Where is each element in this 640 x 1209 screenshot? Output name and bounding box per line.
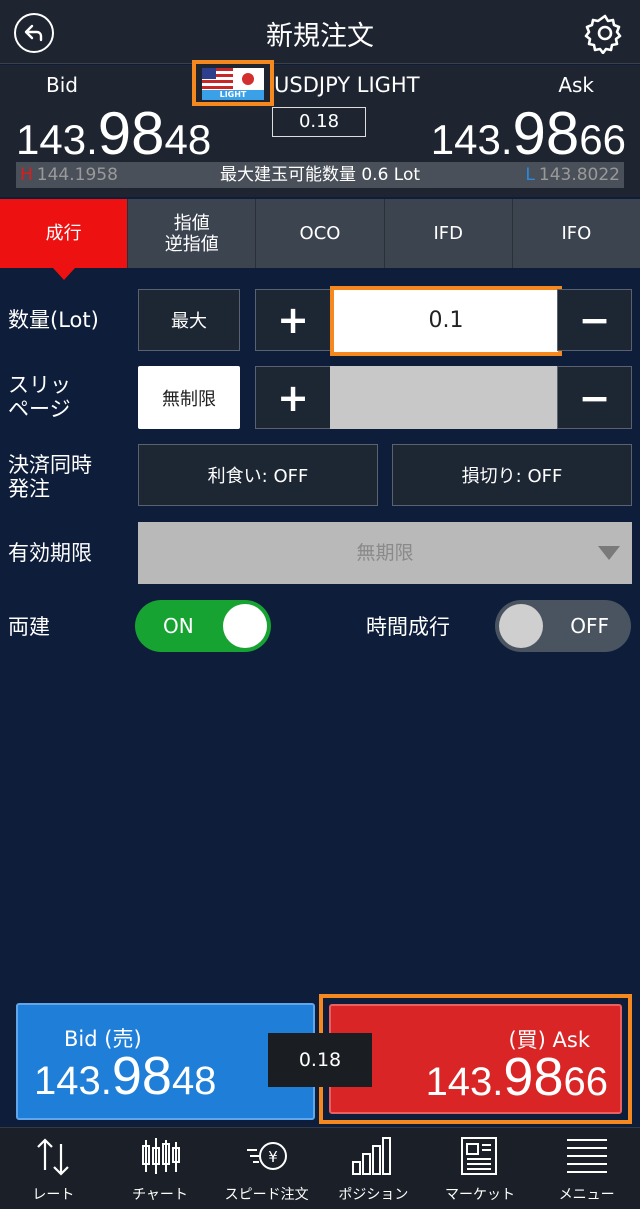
- toggle-knob: [499, 604, 543, 648]
- tab-limit-stop[interactable]: 指値 逆指値: [128, 199, 257, 268]
- unlimited-button[interactable]: 無制限: [138, 366, 240, 429]
- low-price: L 143.8022: [525, 165, 620, 185]
- nav-speed-order[interactable]: ¥ スピード注文: [213, 1128, 320, 1209]
- max-button[interactable]: 最大: [138, 289, 240, 351]
- tab-oco[interactable]: OCO: [256, 199, 385, 268]
- nav-menu[interactable]: メニュー: [533, 1128, 640, 1209]
- order-type-tabs: 成行 指値 逆指値 OCO IFD IFO: [0, 199, 640, 280]
- tab-market[interactable]: 成行: [0, 199, 129, 280]
- tab-ifo[interactable]: IFO: [513, 199, 640, 268]
- tab-ifd[interactable]: IFD: [385, 199, 513, 268]
- settle-order-label: 決済同時 発注: [8, 453, 92, 501]
- slippage-input[interactable]: [330, 366, 557, 429]
- rate-arrows-icon: [37, 1138, 70, 1176]
- bid-price: 143.9848: [16, 100, 212, 167]
- slippage-label: スリッ ページ: [8, 373, 71, 421]
- bid-label: Bid: [46, 73, 78, 97]
- take-profit-button[interactable]: 利食い: OFF: [138, 444, 378, 506]
- quantity-minus-button[interactable]: −: [557, 289, 632, 351]
- sell-price: 143.9848: [34, 1046, 217, 1106]
- settings-button[interactable]: [584, 12, 626, 55]
- light-badge: LIGHT: [219, 90, 247, 99]
- dropdown-caret-icon: [598, 546, 620, 560]
- spread-value: 0.18: [272, 107, 366, 137]
- nav-market[interactable]: マーケット: [427, 1128, 534, 1209]
- ask-label: Ask: [558, 73, 594, 97]
- gear-icon: [584, 14, 622, 55]
- toggle-knob: [223, 604, 267, 648]
- candlestick-chart-icon: [142, 1138, 180, 1174]
- menu-list-icon: [566, 1139, 607, 1173]
- time-market-toggle[interactable]: OFF: [495, 600, 631, 652]
- minus-icon: −: [578, 375, 611, 420]
- plus-icon: +: [277, 375, 309, 420]
- high-low-bar: H 144.1958 最大建玉可能数量 0.6 Lot L 143.8022: [16, 162, 624, 188]
- ask-price: 143.9866: [430, 100, 626, 167]
- expiry-select[interactable]: 無期限: [138, 522, 632, 584]
- minus-icon: −: [578, 298, 611, 342]
- nav-rate[interactable]: レート: [0, 1128, 107, 1209]
- trade-spread: 0.18: [268, 1033, 372, 1087]
- top-bar: 新規注文: [0, 0, 640, 64]
- position-bars-icon: [352, 1137, 392, 1175]
- svg-text:¥: ¥: [268, 1148, 278, 1166]
- buy-ask-button[interactable]: (買) Ask 143.9866: [329, 1004, 622, 1114]
- slippage-minus-button[interactable]: −: [557, 366, 632, 429]
- quantity-label: 数量(Lot): [8, 308, 99, 332]
- page-title: 新規注文: [266, 21, 374, 52]
- symbol-name: USDJPY LIGHT: [274, 73, 420, 97]
- quantity-plus-button[interactable]: +: [255, 289, 331, 351]
- bottom-nav: レート チャート ¥ スピード注文 ポジション マーケット メニュー: [0, 1127, 640, 1209]
- price-header: Bid Ask LIGHT USDJPY LIGHT 0.18 143.9848…: [0, 60, 640, 197]
- time-market-label: 時間成行: [366, 615, 450, 639]
- nav-position[interactable]: ポジション: [320, 1128, 427, 1209]
- buy-price: 143.9866: [425, 1047, 608, 1107]
- hedge-toggle[interactable]: ON: [135, 600, 271, 652]
- quantity-input[interactable]: 0.1: [330, 286, 562, 356]
- plus-icon: +: [277, 298, 309, 342]
- stop-loss-button[interactable]: 損切り: OFF: [392, 444, 632, 506]
- slippage-plus-button[interactable]: +: [255, 366, 331, 429]
- newspaper-icon: [461, 1137, 498, 1175]
- expiry-label: 有効期限: [8, 541, 92, 565]
- speed-order-icon: ¥: [246, 1142, 287, 1170]
- nav-chart[interactable]: チャート: [107, 1128, 214, 1209]
- hedge-label: 両建: [8, 615, 50, 639]
